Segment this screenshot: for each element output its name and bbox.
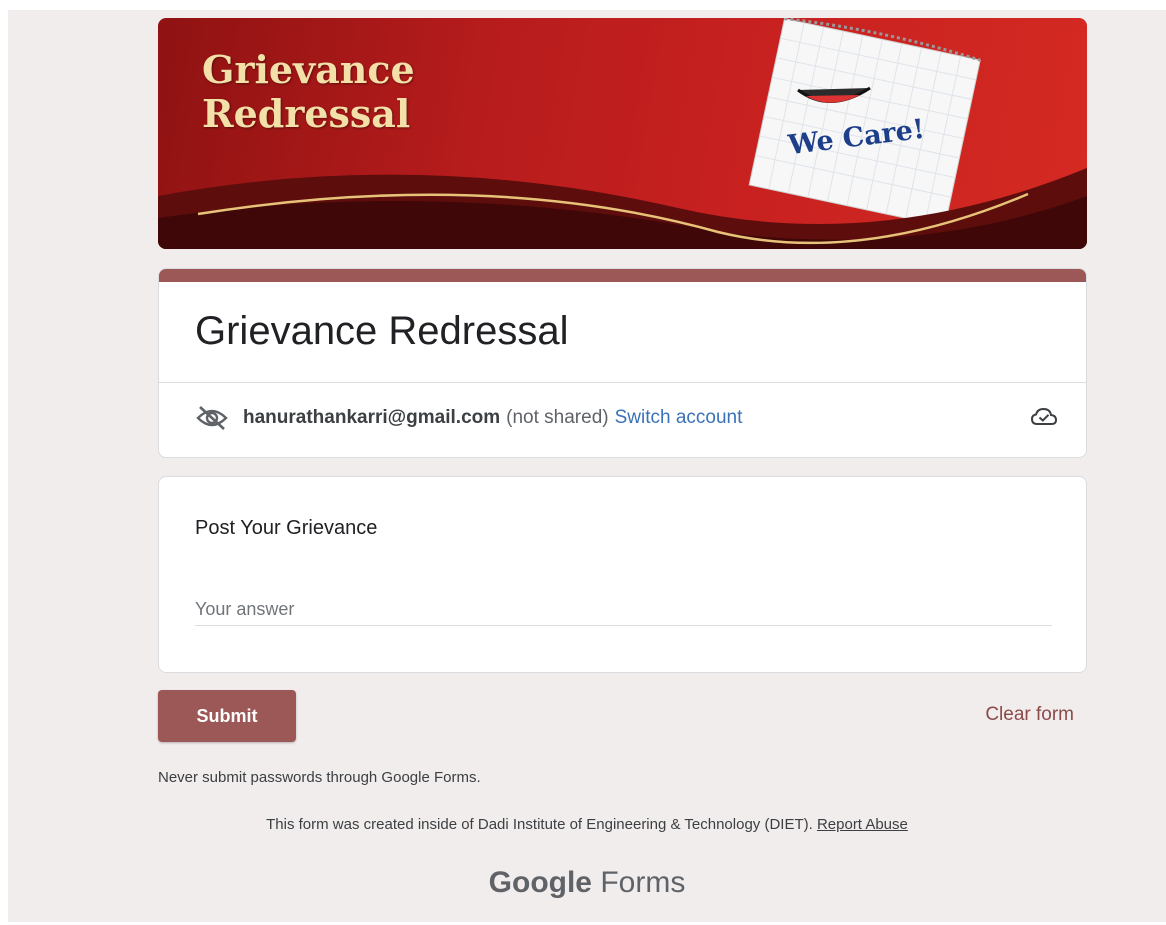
banner-title-line1: Grievance bbox=[202, 47, 415, 92]
header-banner-image: Grievance Redressal We Care! bbox=[158, 18, 1087, 249]
clear-form-button[interactable]: Clear form bbox=[985, 704, 1074, 726]
theme-color-bar bbox=[159, 269, 1086, 282]
google-forms-logo[interactable]: Google Forms bbox=[8, 866, 1166, 900]
switch-account-link[interactable]: Switch account bbox=[615, 407, 743, 429]
banner-title-line2: Redressal bbox=[202, 91, 411, 136]
brand-google: Google bbox=[488, 866, 592, 899]
not-shared-note: (not shared) bbox=[506, 407, 609, 428]
account-email: hanurathankarri@gmail.com bbox=[243, 407, 501, 428]
question-label: Post Your Grievance bbox=[195, 517, 378, 539]
form-page: Grievance Redressal We Care! Grievance R… bbox=[8, 10, 1166, 922]
header-divider bbox=[159, 382, 1086, 383]
eye-off-icon bbox=[196, 406, 228, 430]
submit-button[interactable]: Submit bbox=[158, 690, 296, 742]
banner-title: Grievance Redressal bbox=[202, 48, 415, 136]
question-card: Post Your Grievance bbox=[158, 476, 1087, 673]
form-title: Grievance Redressal bbox=[195, 309, 569, 353]
password-warning: Never submit passwords through Google Fo… bbox=[158, 769, 481, 786]
brand-forms: Forms bbox=[600, 866, 686, 899]
cloud-check-icon bbox=[1030, 407, 1058, 425]
account-row: hanurathankarri@gmail.com (not shared) S… bbox=[195, 403, 1058, 433]
report-abuse-link[interactable]: Report Abuse bbox=[817, 816, 908, 833]
form-header-card: Grievance Redressal hanurathankarri@gmai… bbox=[158, 268, 1087, 458]
created-note: This form was created inside of Dadi Ins… bbox=[266, 816, 813, 833]
footer-note: This form was created inside of Dadi Ins… bbox=[8, 816, 1166, 833]
answer-input[interactable] bbox=[195, 593, 1052, 626]
